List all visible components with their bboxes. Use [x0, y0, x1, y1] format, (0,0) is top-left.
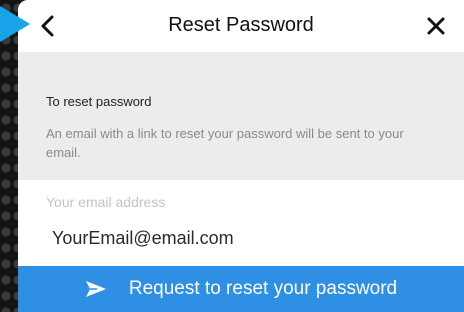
- info-heading: To reset password: [46, 94, 152, 109]
- close-button[interactable]: [422, 12, 450, 40]
- close-icon: [427, 17, 445, 35]
- info-text: An email with a link to reset your passw…: [46, 126, 404, 160]
- email-label: Your email address: [46, 194, 166, 210]
- dialog-header: Reset Password: [18, 0, 464, 52]
- request-reset-label: Request to reset your password: [128, 278, 398, 299]
- email-field[interactable]: [52, 224, 432, 252]
- back-button[interactable]: [34, 12, 62, 40]
- send-icon: [85, 281, 106, 297]
- info-section: To reset password An email with a link t…: [18, 52, 464, 180]
- reset-password-dialog: Reset Password To reset password An emai…: [18, 0, 464, 312]
- request-reset-button[interactable]: Request to reset your password: [18, 266, 464, 312]
- pointer-arrow-icon: [0, 6, 30, 42]
- email-form: Your email address: [18, 180, 464, 264]
- page-title: Reset Password: [168, 14, 314, 36]
- chevron-left-icon: [41, 15, 54, 37]
